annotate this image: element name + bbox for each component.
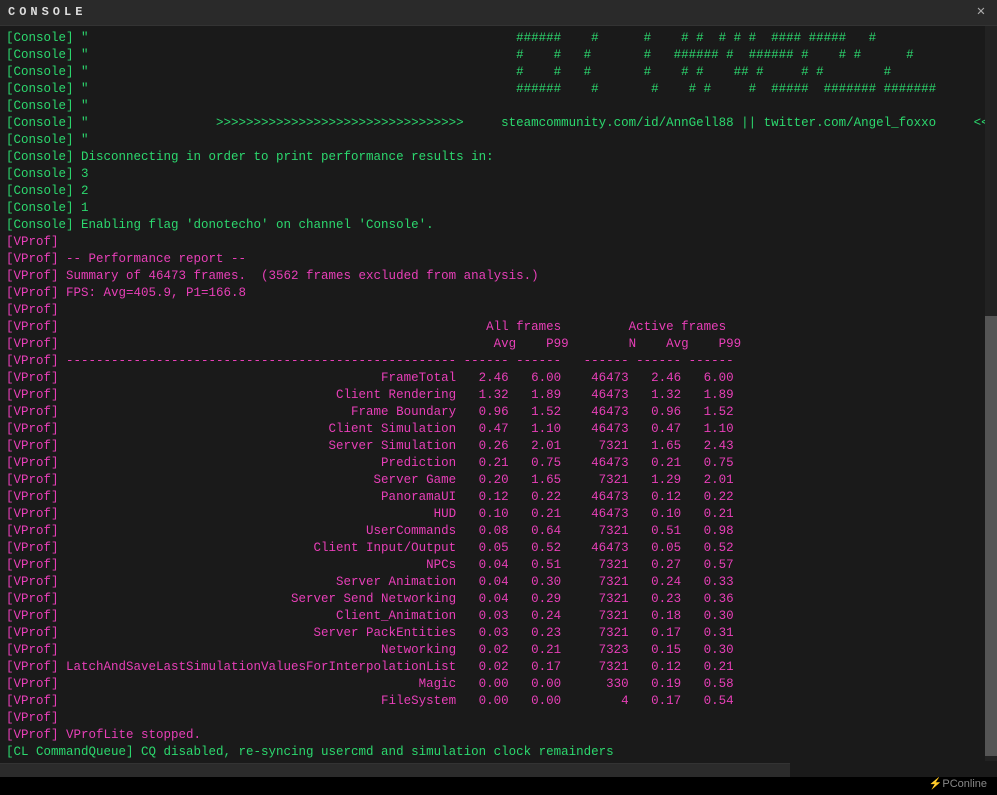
close-icon[interactable]: ✕ bbox=[973, 4, 989, 21]
console-line: [VProf] NPCs 0.04 0.51 7321 0.27 0.57 bbox=[6, 557, 991, 574]
console-line: [VProf] Client Input/Output 0.05 0.52 46… bbox=[6, 540, 991, 557]
scrollbar-thumb[interactable] bbox=[985, 316, 997, 756]
console-line: [VProf] Server Send Networking 0.04 0.29… bbox=[6, 591, 991, 608]
titlebar[interactable]: CONSOLE ✕ bbox=[0, 0, 997, 26]
console-line: [VProf] FPS: Avg=405.9, P1=166.8 bbox=[6, 285, 991, 302]
console-line: [Console] Disconnecting in order to prin… bbox=[6, 149, 991, 166]
console-line: [VProf] Client_Animation 0.03 0.24 7321 … bbox=[6, 608, 991, 625]
console-line: [VProf] LatchAndSaveLastSimulationValues… bbox=[6, 659, 991, 676]
console-line: [VProf] FrameTotal 2.46 6.00 46473 2.46 … bbox=[6, 370, 991, 387]
console-line: [Console] " ###### # # # # # # # #### ##… bbox=[6, 30, 991, 47]
console-line: [VProf] Server PackEntities 0.03 0.23 73… bbox=[6, 625, 991, 642]
console-line: [Console] 3 bbox=[6, 166, 991, 183]
window-title: CONSOLE bbox=[8, 4, 86, 21]
console-line: [Console] 2 bbox=[6, 183, 991, 200]
console-line: [VProf] UserCommands 0.08 0.64 7321 0.51… bbox=[6, 523, 991, 540]
console-output[interactable]: [Console] " ###### # # # # # # # #### ##… bbox=[0, 26, 997, 761]
console-line: [VProf] Networking 0.02 0.21 7323 0.15 0… bbox=[6, 642, 991, 659]
bottom-strip bbox=[0, 777, 997, 795]
console-line: [Console] " >>>>>>>>>>>>>>>>>>>>>>>>>>>>… bbox=[6, 115, 991, 132]
console-line: [VProf] --------------------------------… bbox=[6, 353, 991, 370]
console-line: [VProf] Client Simulation 0.47 1.10 4647… bbox=[6, 421, 991, 438]
console-line: [VProf] Server Animation 0.04 0.30 7321 … bbox=[6, 574, 991, 591]
console-line: [VProf] Prediction 0.21 0.75 46473 0.21 … bbox=[6, 455, 991, 472]
console-line: [CL CommandQueue] CQ disabled, re-syncin… bbox=[6, 744, 991, 761]
console-line: [VProf] Frame Boundary 0.96 1.52 46473 0… bbox=[6, 404, 991, 421]
console-line: [Console] Enabling flag 'donotecho' on c… bbox=[6, 217, 991, 234]
console-line: [VProf] Magic 0.00 0.00 330 0.19 0.58 bbox=[6, 676, 991, 693]
console-line: [VProf] FileSystem 0.00 0.00 4 0.17 0.54 bbox=[6, 693, 991, 710]
console-line: [VProf] HUD 0.10 0.21 46473 0.10 0.21 bbox=[6, 506, 991, 523]
console-line: [VProf] bbox=[6, 234, 991, 251]
console-line: [Console] " bbox=[6, 98, 991, 115]
console-line: [VProf] bbox=[6, 302, 991, 319]
console-line: [Console] " # # # # # # ## # # # # bbox=[6, 64, 991, 81]
console-line: [Console] 1 bbox=[6, 200, 991, 217]
console-line: [VProf] PanoramaUI 0.12 0.22 46473 0.12 … bbox=[6, 489, 991, 506]
console-line: [VProf] Server Game 0.20 1.65 7321 1.29 … bbox=[6, 472, 991, 489]
console-line: [Console] " ###### # # # # # ##### #####… bbox=[6, 81, 991, 98]
console-line: [VProf] Client Rendering 1.32 1.89 46473… bbox=[6, 387, 991, 404]
console-line: [Console] " bbox=[6, 132, 991, 149]
console-line: [VProf] Avg P99 N Avg P99 bbox=[6, 336, 991, 353]
console-line: [Console] " # # # # ###### # ###### # # … bbox=[6, 47, 991, 64]
console-line: [VProf] Summary of 46473 frames. (3562 f… bbox=[6, 268, 991, 285]
scrollbar-track[interactable] bbox=[985, 26, 997, 761]
console-line: [VProf] bbox=[6, 710, 991, 727]
console-line: [VProf] All frames Active frames bbox=[6, 319, 991, 336]
console-input[interactable] bbox=[0, 763, 790, 777]
console-line: [VProf] Server Simulation 0.26 2.01 7321… bbox=[6, 438, 991, 455]
console-line: [VProf] VProfLite stopped. bbox=[6, 727, 991, 744]
watermark: ⚡PConline bbox=[929, 776, 987, 793]
console-line: [VProf] -- Performance report -- bbox=[6, 251, 991, 268]
